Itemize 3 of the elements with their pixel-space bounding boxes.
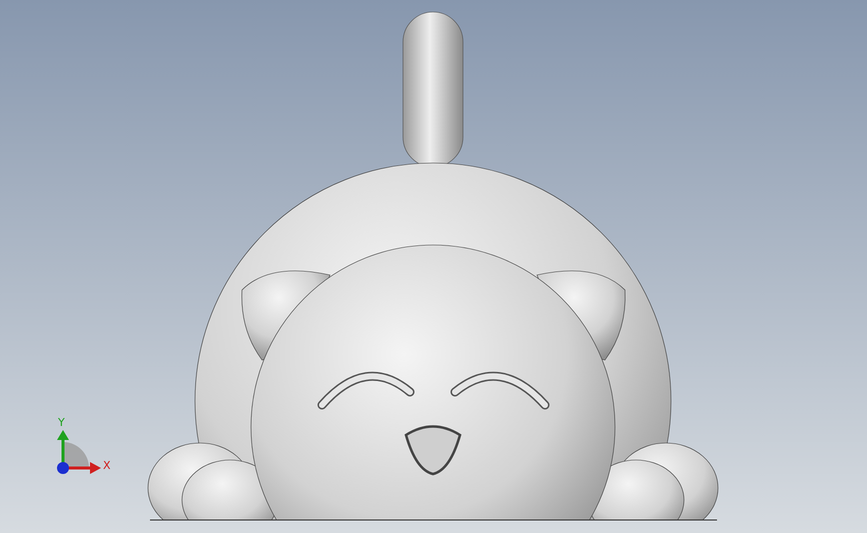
axis-label: X	[103, 459, 111, 472]
axis-triad-icon	[57, 430, 101, 474]
axis-label: Y	[58, 416, 65, 429]
